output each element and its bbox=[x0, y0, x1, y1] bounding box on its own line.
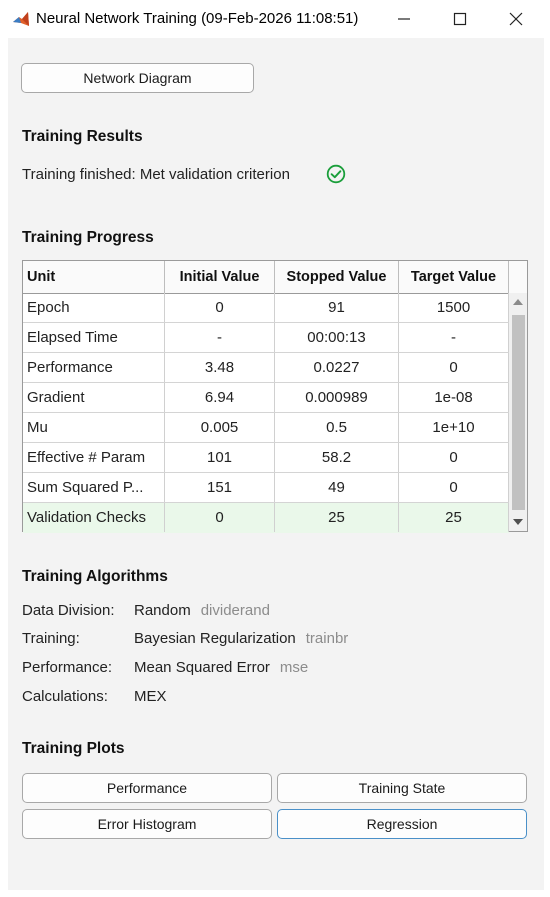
row-stopped-value: 91 bbox=[275, 293, 399, 322]
training-algorithms-heading: Training Algorithms bbox=[22, 568, 168, 585]
row-stopped-value: 0.000989 bbox=[275, 383, 399, 412]
row-stopped-value: 0.5 bbox=[275, 413, 399, 442]
row-initial-value: 101 bbox=[165, 443, 275, 472]
performance-method: Mean Squared Error bbox=[134, 659, 270, 676]
table-row: Effective # Param 101 58.2 0 bbox=[23, 443, 509, 473]
column-header-initial[interactable]: Initial Value bbox=[165, 261, 275, 293]
row-target-value: 0 bbox=[399, 353, 509, 382]
table-row: Performance 3.48 0.0227 0 bbox=[23, 353, 509, 383]
row-initial-value: 0 bbox=[165, 293, 275, 322]
window-title: Neural Network Training (09-Feb-2026 11:… bbox=[36, 10, 359, 27]
training-results-heading: Training Results bbox=[22, 128, 143, 145]
performance-value: Mean Squared Error mse bbox=[134, 659, 308, 676]
row-unit: Effective # Param bbox=[23, 443, 165, 472]
row-stopped-value: 25 bbox=[275, 503, 399, 532]
close-icon bbox=[509, 12, 523, 26]
row-unit: Gradient bbox=[23, 383, 165, 412]
data-division-value: Random dividerand bbox=[134, 602, 270, 619]
row-initial-value: 3.48 bbox=[165, 353, 275, 382]
training-label: Training: bbox=[22, 630, 80, 647]
row-target-value: - bbox=[399, 323, 509, 352]
table-row: Sum Squared P... 151 49 0 bbox=[23, 473, 509, 503]
training-state-plot-button[interactable]: Training State bbox=[277, 773, 527, 803]
close-button[interactable] bbox=[488, 0, 544, 38]
row-unit: Sum Squared P... bbox=[23, 473, 165, 502]
row-stopped-value: 0.0227 bbox=[275, 353, 399, 382]
training-progress-heading: Training Progress bbox=[22, 229, 154, 246]
row-stopped-value: 49 bbox=[275, 473, 399, 502]
row-target-value: 1e+10 bbox=[399, 413, 509, 442]
column-header-target[interactable]: Target Value bbox=[399, 261, 509, 293]
data-division-function: dividerand bbox=[200, 602, 270, 619]
table-row: Gradient 6.94 0.000989 1e-08 bbox=[23, 383, 509, 413]
regression-plot-button[interactable]: Regression bbox=[277, 809, 527, 839]
column-header-stopped[interactable]: Stopped Value bbox=[275, 261, 399, 293]
scroll-down-icon[interactable] bbox=[513, 519, 523, 525]
table-row: Elapsed Time - 00:00:13 - bbox=[23, 323, 509, 353]
data-division-label: Data Division: bbox=[22, 602, 115, 619]
performance-label: Performance: bbox=[22, 659, 113, 676]
performance-plot-button[interactable]: Performance bbox=[22, 773, 272, 803]
row-unit: Mu bbox=[23, 413, 165, 442]
row-initial-value: - bbox=[165, 323, 275, 352]
training-function: trainbr bbox=[305, 630, 349, 647]
table-scrollbar[interactable] bbox=[509, 293, 527, 531]
row-initial-value: 0.005 bbox=[165, 413, 275, 442]
row-unit: Elapsed Time bbox=[23, 323, 165, 352]
client-area: Network Diagram Training Results Trainin… bbox=[8, 38, 544, 890]
training-status-text: Training finished: Met validation criter… bbox=[22, 166, 290, 183]
row-target-value: 0 bbox=[399, 443, 509, 472]
minimize-icon bbox=[398, 18, 410, 20]
maximize-icon bbox=[453, 12, 467, 26]
table-header: Unit Initial Value Stopped Value Target … bbox=[23, 261, 527, 294]
row-initial-value: 0 bbox=[165, 503, 275, 532]
row-target-value: 0 bbox=[399, 473, 509, 502]
training-progress-table: Unit Initial Value Stopped Value Target … bbox=[22, 260, 528, 533]
row-stopped-value: 58.2 bbox=[275, 443, 399, 472]
row-unit: Performance bbox=[23, 353, 165, 382]
matlab-icon bbox=[13, 12, 29, 26]
table-row-highlighted: Validation Checks 0 25 25 bbox=[23, 503, 509, 533]
row-unit: Validation Checks bbox=[23, 503, 165, 532]
row-target-value: 1500 bbox=[399, 293, 509, 322]
training-plots-heading: Training Plots bbox=[22, 740, 125, 757]
row-target-value: 25 bbox=[399, 503, 509, 532]
minimize-button[interactable] bbox=[376, 0, 432, 38]
row-stopped-value: 00:00:13 bbox=[275, 323, 399, 352]
training-method: Bayesian Regularization bbox=[134, 630, 296, 647]
calculations-value: MEX bbox=[134, 688, 167, 705]
table-row: Epoch 0 91 1500 bbox=[23, 293, 509, 323]
error-histogram-plot-button[interactable]: Error Histogram bbox=[22, 809, 272, 839]
check-circle-icon bbox=[326, 164, 346, 184]
column-header-unit[interactable]: Unit bbox=[23, 261, 165, 293]
row-unit: Epoch bbox=[23, 293, 165, 322]
title-bar: Neural Network Training (09-Feb-2026 11:… bbox=[0, 0, 550, 38]
row-initial-value: 6.94 bbox=[165, 383, 275, 412]
maximize-button[interactable] bbox=[432, 0, 488, 38]
table-row: Mu 0.005 0.5 1e+10 bbox=[23, 413, 509, 443]
training-value: Bayesian Regularization trainbr bbox=[134, 630, 348, 647]
scroll-thumb[interactable] bbox=[512, 315, 525, 510]
row-target-value: 1e-08 bbox=[399, 383, 509, 412]
calculations-label: Calculations: bbox=[22, 688, 108, 705]
row-initial-value: 151 bbox=[165, 473, 275, 502]
network-diagram-button[interactable]: Network Diagram bbox=[21, 63, 254, 93]
scroll-up-icon[interactable] bbox=[513, 299, 523, 305]
data-division-method: Random bbox=[134, 602, 191, 619]
performance-function: mse bbox=[279, 659, 309, 676]
